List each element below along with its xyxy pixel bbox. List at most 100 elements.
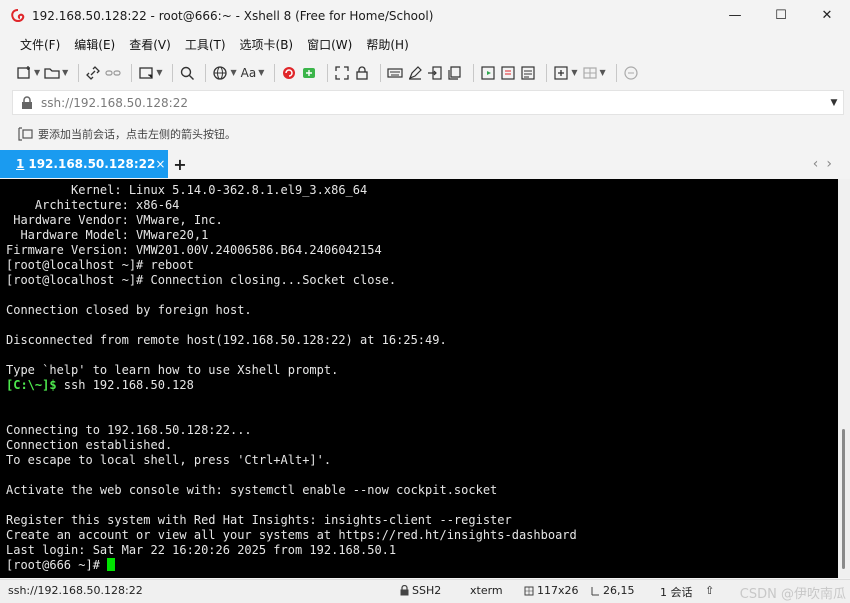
menu-edit[interactable]: 编辑(E) (74, 36, 115, 53)
menu-tab[interactable]: 选项卡(B) (240, 36, 294, 53)
new-window-button[interactable]: ▼ (138, 62, 162, 84)
terminal-line: Register this system with Red Hat Insigh… (6, 513, 512, 527)
xshell-icon (283, 66, 296, 79)
close-icon[interactable]: × (155, 157, 165, 171)
new-session-icon (17, 65, 30, 79)
disconnect-button[interactable] (105, 62, 121, 84)
terminal[interactable]: Kernel: Linux 5.14.0-362.8.1.el9_3.x86_6… (0, 179, 838, 578)
add-box-icon (554, 65, 568, 80)
sessions-icon (521, 65, 535, 80)
toolbar-divider (78, 63, 80, 82)
terminal-line: Type `help' to learn how to use Xshell p… (6, 363, 339, 377)
lock-button[interactable] (354, 62, 370, 84)
terminal-line: To escape to local shell, press 'Ctrl+Al… (6, 453, 332, 467)
xftp-button[interactable] (301, 62, 317, 84)
lock-icon (400, 585, 409, 596)
layout-button[interactable]: ▼ (582, 62, 606, 84)
cursor-position-icon (590, 586, 600, 596)
transfer-button[interactable] (427, 62, 443, 84)
chevron-down-icon: ▼ (599, 68, 606, 77)
tab-number: 1 (16, 157, 25, 171)
arrow-up-icon[interactable]: ⇧ (705, 584, 714, 597)
maximize-button[interactable]: ☐ (758, 0, 804, 31)
fullscreen-icon (335, 65, 349, 80)
menu-view[interactable]: 查看(V) (129, 36, 171, 53)
reconnect-button[interactable] (85, 62, 101, 84)
compose-icon (501, 65, 515, 80)
font-button[interactable]: Aa ▼ (241, 62, 265, 84)
terminal-local-prompt-line: [C:\~]$ ssh 192.168.50.128 (6, 378, 832, 393)
terminal-line: Architecture: x86-64 (6, 198, 180, 212)
terminal-line: Hardware Model: VMware20,1 (6, 228, 209, 242)
tab-session-1[interactable]: 1 192.168.50.128:22 × (0, 150, 168, 178)
folder-icon (44, 67, 60, 79)
resize-icon (524, 586, 534, 596)
compose-button[interactable] (500, 62, 516, 84)
copy-button[interactable] (447, 62, 463, 84)
menu-tools[interactable]: 工具(T) (185, 36, 226, 53)
terminal-line: [root@localhost ~]# Connection closing..… (6, 273, 397, 287)
fullscreen-button[interactable] (334, 62, 350, 84)
add-tab-icon[interactable]: + (168, 150, 192, 178)
lock-icon (21, 95, 35, 110)
close-button[interactable]: ✕ (804, 0, 850, 31)
toolbar-divider (473, 63, 475, 82)
status-address: ssh://192.168.50.128:22 (8, 584, 143, 597)
chevron-left-icon[interactable]: ‹ (813, 156, 819, 172)
terminal-line: Create an account or view all your syste… (6, 528, 577, 542)
sessions-button[interactable] (520, 62, 536, 84)
terminal-line: Connecting to 192.168.50.128:22... (6, 423, 252, 437)
terminal-scrollbar[interactable] (838, 179, 850, 578)
status-size: 117x26 (524, 584, 579, 597)
font-label: Aa (240, 65, 257, 80)
status-sessions: 1 会话 (660, 586, 693, 599)
start-log-button[interactable] (480, 62, 496, 84)
menu-help[interactable]: 帮助(H) (366, 36, 408, 53)
local-command: ssh 192.168.50.128 (56, 378, 194, 392)
session-hint-bar: 要添加当前会话，点击左侧的箭头按钮。 (0, 120, 850, 148)
minimize-button[interactable]: — (712, 0, 758, 31)
terminal-line: Kernel: Linux 5.14.0-362.8.1.el9_3.x86_6… (6, 183, 368, 197)
local-prompt: [C:\~]$ (6, 378, 57, 392)
unlink-icon (105, 69, 121, 76)
status-protocol: SSH2 (400, 584, 441, 597)
login-icon (428, 65, 442, 80)
chevron-down-icon: ▼ (258, 68, 265, 77)
scrollbar-thumb[interactable] (842, 429, 845, 569)
tab-bar: 1 192.168.50.128:22 × + ‹ › (0, 150, 850, 178)
status-position-label: 26,15 (603, 584, 635, 597)
encoding-button[interactable]: ▼ (212, 62, 237, 84)
menu-bar: 文件(F) 编辑(E) 查看(V) 工具(T) 选项卡(B) 窗口(W) 帮助(… (0, 31, 850, 57)
chevron-down-icon[interactable]: ▼ (825, 98, 843, 108)
add-session-arrow-icon[interactable] (18, 127, 34, 141)
new-session-button[interactable]: ▼ (16, 62, 40, 84)
shell-prompt: [root@666 ~]# (6, 558, 108, 572)
toolbar-divider (205, 63, 207, 82)
terminal-current-prompt-line: [root@666 ~]# (6, 558, 832, 573)
terminal-line: Connection closed by foreign host. (6, 303, 252, 317)
find-button[interactable] (179, 62, 195, 84)
toolbar-divider (172, 63, 174, 82)
script-button[interactable] (407, 62, 423, 84)
link-icon (86, 65, 101, 80)
chevron-right-icon[interactable]: › (826, 156, 832, 172)
menu-file[interactable]: 文件(F) (20, 36, 60, 53)
xshell-button[interactable] (281, 62, 297, 84)
chat-button[interactable] (623, 62, 639, 84)
terminal-line: Connection established. (6, 438, 173, 452)
address-input[interactable] (41, 95, 825, 110)
chevron-down-icon: ▼ (571, 68, 578, 77)
address-bar: ▼ (12, 90, 844, 115)
window-title: 192.168.50.128:22 - root@666:~ - Xshell … (32, 8, 434, 23)
terminal-line: Hardware Vendor: VMware, Inc. (6, 213, 223, 227)
add-tab-button[interactable]: ▼ (553, 62, 578, 84)
chevron-down-icon: ▼ (156, 68, 163, 77)
menu-window[interactable]: 窗口(W) (307, 36, 352, 53)
open-session-button[interactable]: ▼ (44, 62, 68, 84)
toolbar: ▼ ▼ ▼ ▼ Aa ▼ ▼ ▼ (0, 57, 850, 88)
keyboard-button[interactable] (387, 62, 403, 84)
session-hint-text: 要添加当前会话，点击左侧的箭头按钮。 (38, 128, 236, 141)
chevron-down-icon: ▼ (34, 68, 41, 77)
